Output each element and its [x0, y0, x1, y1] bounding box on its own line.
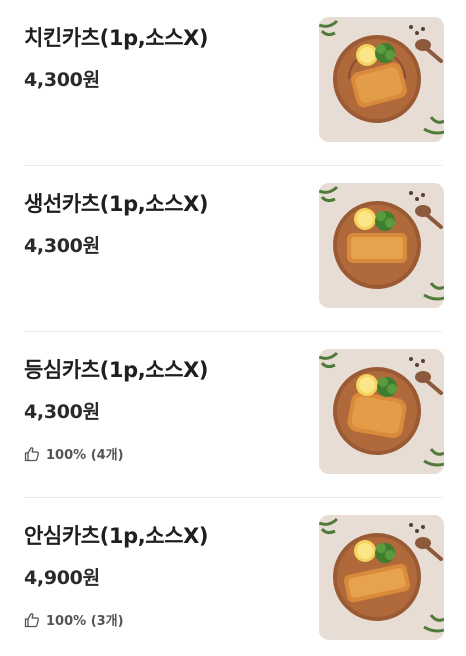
menu-item-name: 치킨카츠(1p,소스X)	[24, 26, 209, 50]
menu-item-photo	[319, 183, 444, 308]
thumbs-up-icon	[24, 446, 40, 461]
menu-item-photo	[319, 515, 444, 640]
menu-item-price: 4,300원	[24, 69, 100, 91]
menu-list: 치킨카츠(1p,소스X) 4,300원 생선카츠(1p,소스X) 4,300원 …	[0, 0, 466, 656]
menu-item-name: 안심카츠(1p,소스X)	[24, 524, 209, 548]
rating-text: 100% (4개)	[46, 448, 124, 463]
menu-item-photo	[319, 349, 444, 474]
menu-item-name: 등심카츠(1p,소스X)	[24, 358, 209, 382]
menu-item-photo	[319, 17, 444, 142]
menu-item-fish-katsu[interactable]: 생선카츠(1p,소스X) 4,300원	[0, 166, 466, 332]
thumbs-up-icon	[24, 612, 40, 627]
menu-item-price: 4,900원	[24, 567, 100, 589]
menu-item-pork-loin-katsu[interactable]: 등심카츠(1p,소스X) 4,300원 100% (4개)	[0, 332, 466, 498]
menu-item-tenderloin-katsu[interactable]: 안심카츠(1p,소스X) 4,900원 100% (3개)	[0, 498, 466, 656]
menu-item-rating: 100% (3개)	[24, 610, 124, 629]
rating-text: 100% (3개)	[46, 614, 124, 629]
menu-item-chicken-katsu[interactable]: 치킨카츠(1p,소스X) 4,300원	[0, 0, 466, 166]
menu-item-rating: 100% (4개)	[24, 444, 124, 463]
menu-item-price: 4,300원	[24, 235, 100, 257]
menu-item-name: 생선카츠(1p,소스X)	[24, 192, 209, 216]
menu-item-price: 4,300원	[24, 401, 100, 423]
